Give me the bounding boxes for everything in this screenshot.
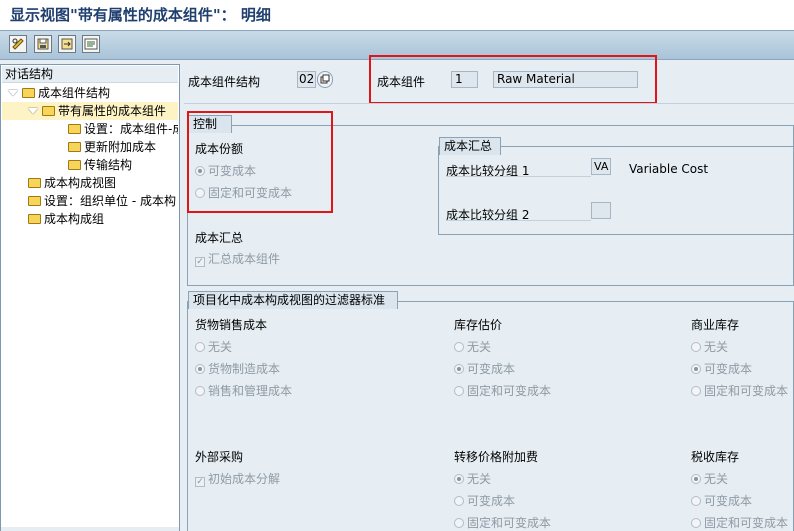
radio-button-icon[interactable] (691, 496, 701, 506)
radio-tax-variable[interactable]: 可变成本 (691, 492, 752, 509)
expand-arrow-icon[interactable] (8, 90, 18, 96)
tree-item-settings-org-unit[interactable]: 设置：组织单位 - 成本构 (2, 192, 178, 210)
radio-variable-cost[interactable]: 可变成本 (195, 162, 256, 179)
radio-button-icon[interactable] (454, 364, 464, 374)
component-label: 成本组件 (377, 75, 426, 89)
radio-inv-variable[interactable]: 可变成本 (454, 360, 515, 377)
dialog-structure-tree: 对话结构 成本组件结构 带有属性的成本组件 设置：成本组件-成 更新附加成本 传… (0, 64, 180, 531)
open-folder-icon (42, 106, 55, 116)
radio-button-icon[interactable] (691, 342, 701, 352)
radio-cogs-manufacturing[interactable]: 货物制造成本 (195, 360, 280, 377)
folder-icon (28, 178, 41, 188)
folder-icon (68, 160, 81, 170)
radio-inv-fixed-variable[interactable]: 固定和可变成本 (454, 382, 551, 399)
details-icon[interactable] (82, 35, 100, 53)
radio-button-icon[interactable] (195, 166, 205, 176)
radio-button-icon[interactable] (454, 496, 464, 506)
tree-header: 对话结构 (2, 66, 178, 83)
tree-bottom-edge (1, 527, 179, 531)
title-bar: 显示视图"带有属性的成本组件"： 明细 (0, 0, 794, 30)
radio-button-icon[interactable] (195, 364, 205, 374)
structure-label: 成本组件结构 (188, 75, 261, 89)
radio-tp-irrelevant[interactable]: 无关 (454, 470, 491, 487)
section-inventory-valuation-title: 库存估价 (454, 318, 503, 332)
section-external-procurement-title: 外部采购 (195, 450, 244, 464)
radio-comm-variable[interactable]: 可变成本 (691, 360, 752, 377)
section-commercial-inventory-title: 商业库存 (691, 318, 740, 332)
cost-share-label: 成本份额 (195, 142, 244, 156)
tree-item-cost-view[interactable]: 成本构成视图 (2, 174, 178, 192)
radio-button-icon[interactable] (454, 474, 464, 484)
structure-field[interactable]: 02 (297, 71, 316, 88)
cost-summary-tab: 成本汇总 (439, 137, 501, 155)
summary-label: 成本汇总 (195, 231, 244, 245)
tree-item-cost-view-group[interactable]: 成本构成组 (2, 210, 178, 228)
radio-button-icon[interactable] (691, 518, 701, 528)
radio-cogs-sales-admin[interactable]: 销售和管理成本 (195, 382, 292, 399)
underline (446, 220, 591, 221)
compare-group-1-field[interactable]: VA (591, 158, 611, 175)
section-cogs-title: 货物销售成本 (195, 318, 268, 332)
tree-item-update-additive-costs[interactable]: 更新附加成本 (2, 138, 178, 156)
folder-icon (68, 142, 81, 152)
checkbox-initial-cost-split[interactable]: ✓ 初始成本分解 (195, 470, 280, 487)
export-icon[interactable] (58, 35, 76, 53)
radio-cogs-irrelevant[interactable]: 无关 (195, 338, 232, 355)
folder-icon (22, 88, 35, 98)
radio-tp-fixed-variable[interactable]: 固定和可变成本 (454, 514, 551, 531)
section-tax-inventory-title: 税收库存 (691, 450, 740, 464)
radio-comm-irrelevant[interactable]: 无关 (691, 338, 728, 355)
compare-group-2-field[interactable] (591, 202, 611, 219)
radio-button-icon[interactable] (691, 386, 701, 396)
component-field[interactable]: 1 (451, 71, 478, 88)
f4-help-icon[interactable] (317, 71, 333, 88)
checkbox-icon[interactable]: ✓ (195, 257, 205, 267)
radio-button-icon[interactable] (454, 518, 464, 528)
save-icon[interactable] (34, 35, 52, 53)
expand-arrow-icon[interactable] (28, 108, 38, 114)
folder-icon (28, 214, 41, 224)
checkbox-icon[interactable]: ✓ (195, 477, 205, 487)
compare-group-1-description: Variable Cost (629, 162, 709, 176)
folder-icon (28, 196, 41, 206)
radio-fixed-and-variable-cost[interactable]: 固定和可变成本 (195, 184, 292, 201)
radio-button-icon[interactable] (454, 342, 464, 352)
tree-item-transfer-structure[interactable]: 传输结构 (2, 156, 178, 174)
radio-button-icon[interactable] (454, 386, 464, 396)
radio-tp-variable[interactable]: 可变成本 (454, 492, 515, 509)
radio-comm-fixed-variable[interactable]: 固定和可变成本 (691, 382, 794, 399)
page-title: 显示视图"带有属性的成本组件"： 明细 (10, 6, 271, 24)
radio-button-icon[interactable] (691, 364, 701, 374)
radio-button-icon[interactable] (691, 474, 701, 484)
divider (184, 103, 794, 104)
radio-button-icon[interactable] (195, 188, 205, 198)
checkbox-summarize-components[interactable]: ✓ 汇总成本组件 (195, 250, 280, 267)
tree-item-cost-component-with-attributes[interactable]: 带有属性的成本组件 (2, 102, 178, 120)
edit-glasses-icon[interactable] (9, 35, 27, 53)
radio-button-icon[interactable] (195, 386, 205, 396)
radio-tax-fixed-variable[interactable]: 固定和可变成本 (691, 514, 794, 531)
component-description: Raw Material (493, 71, 638, 88)
radio-button-icon[interactable] (195, 342, 205, 352)
tree-item-cost-component-structure[interactable]: 成本组件结构 (2, 84, 178, 102)
underline (446, 176, 591, 177)
radio-inv-irrelevant[interactable]: 无关 (454, 338, 491, 355)
radio-tax-irrelevant[interactable]: 无关 (691, 470, 728, 487)
filter-tab: 项目化中成本构成视图的过滤器标准 (188, 291, 398, 309)
tree-item-settings-cost-component[interactable]: 设置：成本组件-成 (2, 120, 178, 138)
folder-icon (68, 124, 81, 134)
section-transfer-price-title: 转移价格附加费 (454, 450, 539, 464)
